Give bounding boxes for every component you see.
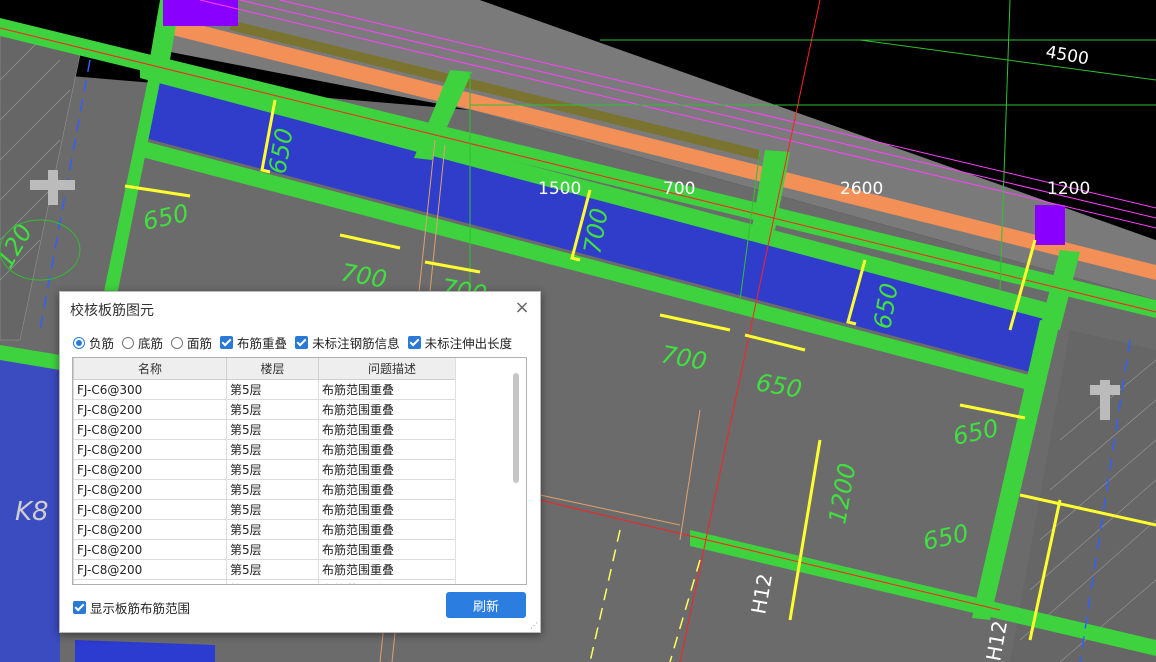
cell-name: FJ-C8@200: [73, 479, 227, 500]
cell-issue: 布筋范围重叠: [318, 439, 466, 460]
table-row[interactable]: FJ-C8@200第5层布筋范围重叠: [73, 499, 466, 520]
svg-text:2600: 2600: [840, 179, 883, 199]
table-row[interactable]: FJ-C8@200第5层布筋范围重叠: [73, 559, 466, 580]
cell-name: FJ-C8@200: [73, 559, 227, 580]
filter-options: 负筋 底筋 面筋 布筋重叠 未标注钢筋信息 未标注伸出长度: [73, 333, 520, 352]
check-slab-rebar-dialog: 校核板筋图元 × 负筋 底筋 面筋 布筋重叠 未标注钢筋信息 未标注伸出长度 名…: [59, 291, 541, 633]
close-icon[interactable]: ×: [514, 299, 530, 317]
cell-floor: 第5层: [226, 399, 319, 420]
svg-text:1200: 1200: [1047, 179, 1090, 199]
resize-grip-icon[interactable]: ⋰: [530, 622, 538, 630]
checkbox-checked-icon: [220, 336, 234, 349]
cell-name: FJ-C8@200: [73, 519, 227, 540]
cell-floor: 第5层: [226, 519, 319, 540]
cell-name: FJ-C6@300: [73, 379, 227, 400]
column-block: [1035, 205, 1065, 245]
table-row[interactable]: FJ-C8@200第5层布筋范围重叠: [73, 479, 466, 500]
cell-name: FJ-C8@200: [73, 419, 227, 440]
cell-issue: 布筋范围重叠: [318, 459, 466, 480]
cell-name: FJ-C8@200: [73, 579, 227, 584]
radio-off-icon: [122, 336, 135, 349]
checkbox-missing-extension-length[interactable]: 未标注伸出长度: [407, 333, 512, 352]
checkbox-checked-icon: [407, 336, 421, 349]
column-block: [163, 0, 238, 26]
column-header-issue[interactable]: 问题描述: [318, 358, 466, 380]
checkbox-show-rebar-range[interactable]: 显示板筋布筋范围: [73, 598, 190, 617]
cell-issue: 布筋范围重叠: [318, 559, 466, 580]
cell-issue: 布筋范围重叠: [318, 499, 466, 520]
cell-floor: 第5层: [226, 379, 319, 400]
cell-floor: 第5层: [226, 579, 319, 584]
cell-issue: 布筋范围重叠: [318, 579, 466, 584]
radio-bottom-rebar[interactable]: 底筋: [122, 333, 163, 352]
cell-name: FJ-C8@200: [73, 439, 227, 460]
checkbox-rebar-overlap[interactable]: 布筋重叠: [220, 333, 287, 352]
scrollbar-thumb[interactable]: [513, 373, 519, 483]
cell-issue: 布筋范围重叠: [318, 399, 466, 420]
checkbox-missing-rebar-info[interactable]: 未标注钢筋信息: [295, 333, 400, 352]
refresh-button[interactable]: 刷新: [446, 592, 526, 618]
cell-issue: 布筋范围重叠: [318, 519, 466, 540]
cell-issue: 布筋范围重叠: [318, 539, 466, 560]
table-row[interactable]: FJ-C8@200第5层布筋范围重叠: [73, 439, 466, 460]
issues-table[interactable]: 名称 楼层 问题描述 FJ-C6@300 第5层 布筋范围重叠 FJ-C8@200 第5…: [72, 357, 527, 585]
radio-on-icon: [73, 336, 85, 349]
cell-name: FJ-C8@200: [73, 459, 227, 480]
cell-name: FJ-C8@200: [73, 399, 227, 420]
cell-floor: 第5层: [226, 539, 319, 560]
cell-name: FJ-C8@200: [73, 499, 227, 520]
cell-floor: 第5层: [226, 459, 319, 480]
cell-issue: 布筋范围重叠: [318, 419, 466, 440]
svg-text:1500: 1500: [538, 179, 581, 199]
cell-issue: 布筋范围重叠: [318, 479, 466, 500]
table-row[interactable]: FJ-C8@200第5层布筋范围重叠: [73, 459, 466, 480]
column-header-name[interactable]: 名称: [73, 358, 227, 380]
checkbox-checked-icon: [73, 601, 86, 614]
dialog-title: 校核板筋图元: [70, 303, 154, 319]
cell-floor: 第5层: [226, 419, 319, 440]
table-row[interactable]: FJ-C8@200第5层布筋范围重叠: [73, 519, 466, 540]
table-scroll-area: [455, 358, 526, 584]
cell-floor: 第5层: [226, 439, 319, 460]
cell-floor: 第5层: [226, 559, 319, 580]
table-row[interactable]: FJ-C8@200第5层布筋范围重叠: [73, 539, 466, 560]
radio-negative-rebar[interactable]: 负筋: [73, 333, 114, 352]
table-row[interactable]: FJ-C8@200第5层布筋范围重叠: [73, 399, 466, 420]
checkbox-checked-icon: [295, 336, 309, 349]
cell-floor: 第5层: [226, 479, 319, 500]
column-header-floor[interactable]: 楼层: [226, 358, 319, 380]
table-row[interactable]: FJ-C8@200第5层布筋范围重叠: [73, 419, 466, 440]
radio-top-rebar[interactable]: 面筋: [171, 333, 212, 352]
cell-issue: 布筋范围重叠: [318, 379, 466, 400]
radio-off-icon: [171, 336, 184, 349]
table-row[interactable]: FJ-C6@300 第5层 布筋范围重叠: [73, 379, 466, 400]
cell-name: FJ-C8@200: [73, 539, 227, 560]
cell-floor: 第5层: [226, 499, 319, 520]
table-row[interactable]: FJ-C8@200第5层布筋范围重叠: [73, 579, 466, 584]
table-header-row: 名称 楼层 问题描述: [73, 358, 466, 380]
svg-text:700: 700: [663, 179, 695, 199]
svg-text:K8: K8: [15, 497, 49, 527]
